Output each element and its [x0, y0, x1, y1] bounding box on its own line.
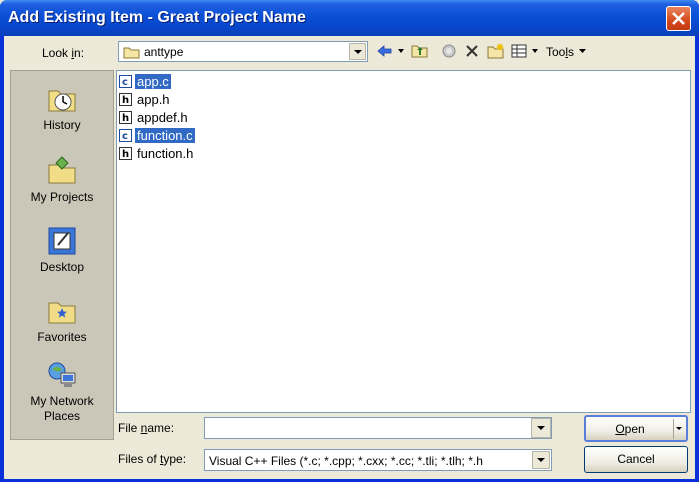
- c-file-icon: c: [119, 129, 132, 142]
- place-network[interactable]: My Network Places: [11, 359, 113, 424]
- files-of-type-label: Files of type:: [118, 452, 187, 466]
- search-web-icon[interactable]: [440, 42, 460, 60]
- open-button-label: Open: [615, 422, 645, 436]
- cancel-button[interactable]: Cancel: [584, 446, 688, 473]
- h-file-icon: h: [119, 147, 132, 160]
- chevron-down-icon: [537, 426, 545, 430]
- window-title: Add Existing Item - Great Project Name: [8, 9, 306, 26]
- chevron-down-icon: [354, 50, 362, 54]
- tools-menu[interactable]: Tools: [546, 45, 587, 59]
- place-label: Desktop: [39, 260, 85, 274]
- chevron-down-icon: [579, 49, 587, 53]
- look-in-label: Look in:: [42, 46, 85, 60]
- desktop-icon: [48, 227, 76, 255]
- place-label: Favorites: [37, 330, 87, 344]
- dialog-window: Add Existing Item - Great Project Name L…: [0, 0, 699, 482]
- folder-icon: [123, 47, 140, 59]
- file-name: function.h: [137, 146, 194, 161]
- open-button[interactable]: Open: [584, 415, 688, 442]
- svg-text:h: h: [122, 95, 129, 106]
- look-in-dropdown-button[interactable]: [349, 43, 366, 60]
- close-button[interactable]: [666, 6, 691, 31]
- history-icon: [48, 90, 76, 112]
- views-icon[interactable]: [510, 42, 542, 60]
- up-folder-icon[interactable]: [410, 42, 430, 60]
- new-folder-icon[interactable]: [486, 42, 506, 60]
- places-bar: History My Projects Desktop Favorites My…: [10, 70, 114, 440]
- svg-text:c: c: [122, 131, 128, 142]
- svg-text:h: h: [122, 113, 129, 124]
- favorites-icon: [48, 302, 76, 324]
- place-desktop[interactable]: Desktop: [11, 225, 113, 275]
- close-icon: [672, 12, 685, 25]
- place-favorites[interactable]: Favorites: [11, 295, 113, 345]
- file-name-dropdown-button[interactable]: [531, 418, 551, 438]
- svg-text:c: c: [122, 77, 128, 88]
- svg-text:h: h: [122, 149, 129, 160]
- title-bar[interactable]: Add Existing Item - Great Project Name: [0, 0, 699, 36]
- h-file-icon: h: [119, 111, 132, 124]
- look-in-value: anttype: [144, 45, 184, 59]
- place-label: History: [43, 118, 81, 132]
- network-places-icon: [48, 362, 76, 387]
- place-label: My Network Places: [30, 394, 94, 423]
- file-name: app.c: [135, 74, 171, 89]
- files-of-type-value: Visual C++ Files (*.c; *.cpp; *.cxx; *.c…: [209, 454, 483, 468]
- back-icon[interactable]: [376, 42, 406, 60]
- files-of-type-select[interactable]: Visual C++ Files (*.c; *.cpp; *.cxx; *.c…: [204, 449, 552, 471]
- place-history[interactable]: History: [11, 83, 113, 133]
- place-label: My Projects: [30, 190, 94, 204]
- c-file-icon: c: [119, 75, 132, 88]
- file-name-label: File name:: [118, 421, 175, 435]
- h-file-icon: h: [119, 93, 132, 106]
- chevron-down-icon[interactable]: [676, 427, 683, 431]
- delete-icon[interactable]: [464, 42, 480, 60]
- place-my-projects[interactable]: My Projects: [11, 155, 113, 205]
- files-of-type-dropdown-button[interactable]: [532, 451, 550, 469]
- file-name: app.h: [137, 92, 170, 107]
- my-projects-icon: [48, 156, 76, 184]
- file-name: appdef.h: [137, 110, 188, 125]
- file-list[interactable]: c app.c h app.h h appdef.h c function.c …: [116, 70, 691, 413]
- file-name-input[interactable]: [204, 417, 552, 439]
- file-name: function.c: [135, 128, 195, 143]
- dialog-body: Look in: anttype Tools History My Projec…: [4, 36, 695, 479]
- chevron-down-icon: [537, 458, 545, 462]
- look-in-combo[interactable]: anttype: [118, 41, 368, 62]
